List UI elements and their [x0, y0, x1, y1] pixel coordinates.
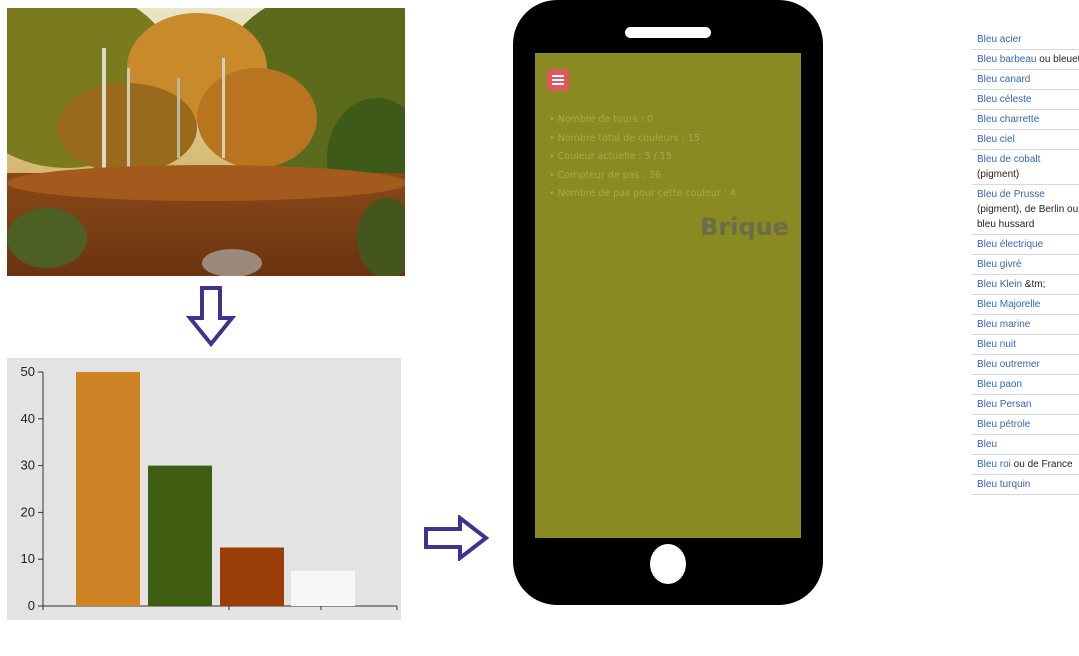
y-tick-label: 40 [21, 411, 35, 426]
color-list-item: Bleu roi ou de France [972, 455, 1079, 475]
bar [76, 372, 140, 606]
hamburger-menu-icon[interactable] [547, 69, 569, 91]
color-link[interactable]: Bleu de Prusse [977, 189, 1045, 200]
color-link[interactable]: Bleu outremer [977, 359, 1040, 370]
bar [291, 570, 355, 606]
color-note: (pigment) [977, 169, 1020, 180]
stat-total-colors: Nombre total de couleurs : 15 [549, 130, 736, 149]
y-tick-label: 20 [21, 504, 35, 519]
color-link[interactable]: Bleu roi [977, 459, 1011, 470]
down-arrow-icon [186, 286, 236, 348]
color-list-item: Bleu marine [972, 315, 1079, 335]
bar-chart-svg: 0 10 20 30 40 50 [21, 364, 398, 613]
bar-chart: 0 10 20 30 40 50 [7, 358, 401, 620]
color-list-item: Bleu électrique [972, 235, 1079, 255]
color-link[interactable]: Bleu [977, 439, 997, 450]
color-link[interactable]: Bleu de cobalt [977, 154, 1040, 165]
color-list-item: Bleu paon [972, 375, 1079, 395]
color-link[interactable]: Bleu barbeau [977, 54, 1037, 65]
phone-speaker [625, 27, 711, 38]
color-list-item: Bleu de cobalt (pigment) [972, 150, 1079, 185]
y-tick-label: 50 [21, 364, 35, 379]
stat-step-counter: Compteur de pas : 36 [549, 167, 736, 186]
color-link[interactable]: Bleu paon [977, 379, 1022, 390]
color-link[interactable]: Bleu givré [977, 259, 1021, 270]
color-link[interactable]: Bleu nuit [977, 339, 1016, 350]
right-arrow-icon [424, 515, 490, 561]
color-note: ou bleuet [1036, 54, 1079, 65]
color-list-item: Bleu [972, 435, 1079, 455]
color-list-item: Bleu acier [972, 30, 1079, 50]
color-link[interactable]: Bleu turquin [977, 479, 1030, 490]
color-list-item: Bleu céleste [972, 90, 1079, 110]
color-note: ou de France [1010, 459, 1073, 470]
color-link[interactable]: Bleu canard [977, 74, 1030, 85]
y-tick-label: 0 [28, 598, 35, 613]
color-name-list: Bleu acier Bleu barbeau ou bleuet Bleu can… [972, 30, 1079, 495]
color-list-item: Bleu Klein &tm; [972, 275, 1079, 295]
color-list-item: Bleu pétrole [972, 415, 1079, 435]
app-screen: Nombre de tours : 0 Nombre total de coul… [535, 53, 801, 538]
color-list-item: Bleu ciel [972, 130, 1079, 150]
color-list-item: Bleu de Prusse (pigment), de Berlin ou b… [972, 185, 1079, 235]
color-list-item: Bleu outremer [972, 355, 1079, 375]
stat-steps-for-color: Nombre de pas pour cette couleur : 4 [549, 185, 736, 204]
color-link[interactable]: Bleu Klein [977, 279, 1022, 290]
phone-home-button[interactable] [650, 544, 686, 584]
color-link[interactable]: Bleu Majorelle [977, 299, 1040, 310]
color-link[interactable]: Bleu charrette [977, 114, 1039, 125]
color-list-item: Bleu charrette [972, 110, 1079, 130]
bar [148, 465, 212, 606]
color-list-item: Bleu canard [972, 70, 1079, 90]
y-tick-label: 30 [21, 458, 35, 473]
color-link[interactable]: Bleu pétrole [977, 419, 1030, 430]
color-list-item: Bleu Persan [972, 395, 1079, 415]
color-list-item: Bleu givré [972, 255, 1079, 275]
color-link[interactable]: Bleu ciel [977, 134, 1015, 145]
color-link[interactable]: Bleu céleste [977, 94, 1031, 105]
current-color-name: Brique [700, 213, 789, 241]
phone-mockup: Nombre de tours : 0 Nombre total de coul… [513, 0, 823, 605]
color-link[interactable]: Bleu acier [977, 34, 1021, 45]
y-tick-label: 10 [21, 551, 35, 566]
color-link[interactable]: Bleu électrique [977, 239, 1043, 250]
stat-rounds: Nombre de tours : 0 [549, 111, 736, 130]
autumn-forest-photo [7, 8, 405, 276]
color-link[interactable]: Bleu Persan [977, 399, 1031, 410]
color-link[interactable]: Bleu marine [977, 319, 1030, 330]
color-list-item: Bleu turquin [972, 475, 1079, 495]
game-stats-list: Nombre de tours : 0 Nombre total de coul… [549, 111, 736, 204]
color-list-item: Bleu Majorelle [972, 295, 1079, 315]
bar [220, 547, 284, 606]
color-list-item: Bleu nuit [972, 335, 1079, 355]
color-note: &tm; [1022, 279, 1046, 290]
color-list-item: Bleu barbeau ou bleuet [972, 50, 1079, 70]
color-note: (pigment), de Berlin ou bleu hussard [977, 204, 1079, 230]
stat-current-color: Couleur actuelle : 5 / 15 [549, 148, 736, 167]
